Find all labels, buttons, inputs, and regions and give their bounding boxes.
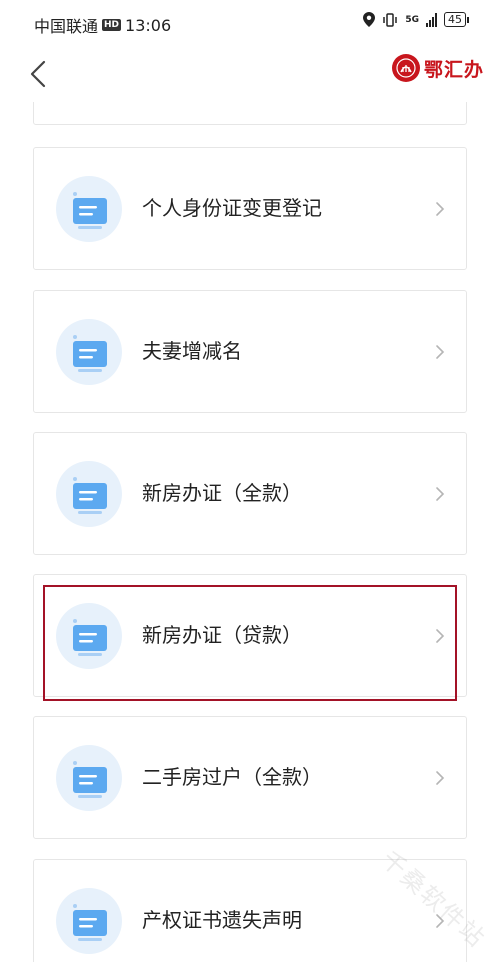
back-arrow-icon [30,60,46,88]
service-card[interactable]: 个人身份证变更登记 [33,147,467,270]
id-card-icon [56,888,122,954]
location-icon [363,12,376,27]
signal-icon [426,12,437,27]
id-card-icon [56,176,122,242]
service-card[interactable]: 夫妻增减名 [33,290,467,413]
service-card-highlighted[interactable]: 新房办证（贷款） [33,574,467,697]
service-card[interactable]: 新房办证（全款） [33,432,467,555]
service-label: 产权证书遗失声明 [142,908,302,932]
carrier-info: 中国联通 HD 13:06 [34,13,171,37]
vibrate-icon [383,12,398,27]
id-card-icon [56,461,122,527]
brand-name: 鄂汇办 [423,58,484,81]
id-card-icon [56,319,122,385]
battery-level: 45 [448,13,462,26]
id-card-icon [56,745,122,811]
status-time: 13:06 [125,15,172,35]
service-list: 个人身份证变更登记 夫妻增减名 新房办证（全款） 新房办证（贷款） 二手房过户（… [0,102,500,962]
service-label: 二手房过户（全款） [142,765,322,789]
back-button[interactable] [26,56,52,92]
carrier-name: 中国联通 [34,17,99,36]
status-icons: 5G 45 [363,12,469,27]
service-card[interactable]: 二手房过户（全款） [33,716,467,839]
chevron-right-icon [436,487,445,501]
battery-icon: 45 [444,12,469,27]
service-card-partial[interactable] [33,102,467,125]
id-card-icon [56,603,122,669]
service-label: 新房办证（贷款） [142,623,302,647]
network-type: 5G [405,14,419,25]
service-label: 新房办证（全款） [142,481,302,505]
chevron-right-icon [436,345,445,359]
brand-logo-icon [391,54,420,82]
service-label: 个人身份证变更登记 [142,196,322,220]
hd-badge: HD [102,19,122,31]
chevron-right-icon [436,771,445,785]
service-label: 夫妻增减名 [142,339,242,363]
chevron-right-icon [436,629,445,643]
brand: 鄂汇办 [391,54,484,82]
status-bar: 中国联通 HD 13:06 5G 45 [0,0,500,46]
app-header: 鄂汇办 [0,46,500,102]
chevron-right-icon [436,202,445,216]
